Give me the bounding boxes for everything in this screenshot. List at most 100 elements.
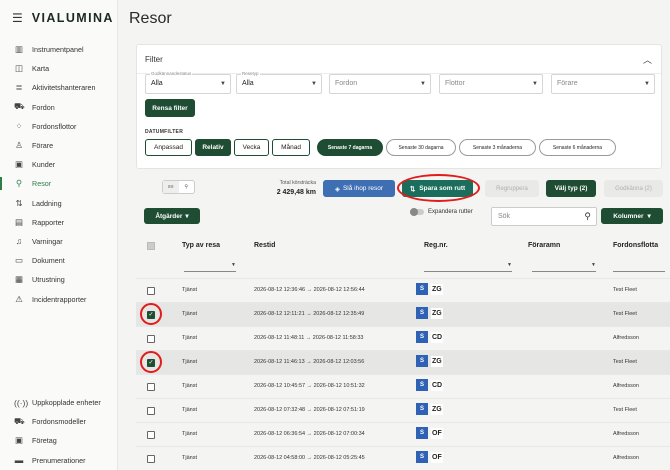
driver-select[interactable]: Förare ▼: [551, 74, 655, 94]
sidebar-item-företag[interactable]: ▣ Företag: [0, 431, 118, 450]
table-row[interactable]: Tjänst 2026-08-12 10:45:57 → 2026-08-12 1…: [136, 374, 670, 398]
page-title: Resor: [129, 10, 172, 27]
country-code: S: [416, 403, 428, 415]
trip-time-cell: 2026-08-12 10:45:57 → 2026-08-12 10:51:3…: [254, 383, 365, 389]
row-checkbox[interactable]: [147, 335, 155, 343]
col-trip-time[interactable]: Restid: [254, 242, 275, 249]
search-icon[interactable]: ⚲: [584, 211, 591, 222]
toggle-switch[interactable]: [410, 208, 424, 216]
plate-text: ZG: [431, 355, 443, 367]
range-3-months[interactable]: Senaste 3 månaderna: [459, 139, 536, 156]
row-checkbox[interactable]: [147, 455, 155, 463]
building-icon: ▣: [14, 435, 24, 446]
clear-filter-button[interactable]: Rensa filter: [145, 99, 195, 117]
trip-type-cell: Tjänst: [182, 431, 197, 437]
charging-icon: ⇅: [15, 197, 23, 208]
driver-filter-select[interactable]: ▼: [532, 262, 596, 272]
mode-week[interactable]: Vecka: [234, 139, 269, 156]
sidebar-item-laddning[interactable]: ⇅ Laddning: [0, 194, 118, 213]
country-code: S: [416, 451, 428, 463]
chevron-down-icon: ▼: [220, 81, 226, 87]
merge-trips-button[interactable]: ◈ Slå ihop resor: [323, 180, 395, 197]
row-checkbox[interactable]: [147, 407, 155, 415]
sidebar-item-uppkopplade-enheter[interactable]: ((·)) Uppkopplade enheter: [0, 393, 118, 412]
range-6-months[interactable]: Senaste 6 månaderna: [539, 139, 616, 156]
sidebar-item-aktivitetshanteraren[interactable]: ≣ Aktivitetshanteraren: [0, 78, 118, 97]
row-checkbox[interactable]: [147, 431, 155, 439]
search-input[interactable]: Sök ⚲: [491, 207, 597, 226]
actions-button[interactable]: Åtgärder ▾: [144, 208, 200, 224]
table-row[interactable]: Tjänst 2026-08-12 12:36:46 → 2026-08-12 1…: [136, 278, 670, 302]
sidebar-item-label: Fordonsflottor: [32, 121, 77, 131]
sidebar-item-karta[interactable]: ◫ Karta: [0, 59, 118, 78]
range-7-days[interactable]: Senaste 7 dagarna: [317, 139, 383, 156]
reg-plate: S CD: [416, 379, 444, 391]
sidebar-item-label: Karta: [32, 64, 50, 74]
mode-month[interactable]: Månad: [272, 139, 310, 156]
sidebar-item-fordonsmodeller[interactable]: ⛟ Fordonsmodeller: [0, 412, 118, 431]
approval-status-select[interactable]: Godkännandestatus Alla ▼: [145, 71, 231, 94]
table-row[interactable]: Tjänst 2026-08-12 11:48:11 → 2026-08-12 1…: [136, 326, 670, 350]
sidebar-item-prenumerationer[interactable]: ▬ Prenumerationer: [0, 451, 118, 470]
chevron-up-icon[interactable]: ︿: [643, 53, 652, 66]
row-checkbox[interactable]: [147, 383, 155, 391]
caret-down-icon: ▾: [185, 213, 189, 220]
sidebar-item-label: Förare: [32, 141, 54, 151]
warning-icon: ⚠: [15, 293, 23, 304]
sidebar-item-kunder[interactable]: ▣ Kunder: [0, 155, 118, 174]
list-view-icon[interactable]: ≡≡: [163, 181, 179, 193]
sidebar-item-resor[interactable]: ⚲ Resor: [0, 174, 118, 193]
filter-panel: Filter ︿ Godkännandestatus Alla ▼ Resety…: [136, 44, 662, 169]
filter-view-icon[interactable]: ⚲: [179, 181, 195, 193]
chevron-down-icon: ▼: [420, 81, 426, 87]
trip-time-cell: 2026-08-12 12:36:46 → 2026-08-12 12:56:4…: [254, 287, 365, 293]
caret-down-icon: ▾: [647, 213, 651, 220]
expand-routes-toggle[interactable]: Expandera rutter: [410, 208, 473, 216]
table-row[interactable]: Tjänst 2026-08-12 06:36:54 → 2026-08-12 0…: [136, 422, 670, 446]
mode-custom[interactable]: Anpassad: [145, 139, 192, 156]
approve-button[interactable]: Godkänna (2): [604, 180, 663, 197]
regroup-button[interactable]: Regruppera: [485, 180, 539, 197]
table-row[interactable]: ✓ Tjänst 2026-08-12 12:11:21 → 2026-08-12 …: [136, 302, 670, 326]
range-30-days[interactable]: Senaste 30 dagarna: [386, 139, 456, 156]
table-row[interactable]: ✓ Tjänst 2026-08-12 11:46:13 → 2026-08-12 …: [136, 350, 670, 374]
col-fleet[interactable]: Fordonsflotta: [613, 242, 658, 249]
sidebar-item-förare[interactable]: ♙ Förare: [0, 136, 118, 155]
route-pin-icon: ⚲: [15, 178, 23, 189]
hamburger-icon[interactable]: ☰: [12, 11, 23, 25]
choose-type-button[interactable]: Välj typ (2): [546, 180, 596, 197]
row-checkbox[interactable]: [147, 287, 155, 295]
view-toggle[interactable]: ≡≡ ⚲: [162, 180, 195, 194]
sidebar-item-varningar[interactable]: ♫ Varningar: [0, 232, 118, 251]
vehicle-select[interactable]: Fordon ▼: [329, 74, 431, 94]
main-content: Resor Filter ︿ Godkännandestatus Alla ▼ …: [118, 0, 670, 470]
sidebar-item-fordon[interactable]: ⛟ Fordon: [0, 98, 118, 117]
col-trip-type[interactable]: Typ av resa: [182, 242, 220, 249]
sidebar-item-label: Varningar: [32, 236, 63, 246]
report-icon: ▤: [14, 216, 24, 227]
table-row[interactable]: Tjänst 2026-08-12 04:58:00 → 2026-08-12 0…: [136, 446, 670, 470]
select-all-checkbox[interactable]: [147, 242, 155, 250]
sidebar-nav: ▥ Instrumentpanel ◫ Karta ≣ Aktivitetshantera…: [0, 40, 118, 309]
mode-relative[interactable]: Relativ: [195, 139, 231, 156]
country-code: S: [416, 331, 428, 343]
type-filter-select[interactable]: ▼: [184, 262, 236, 272]
car-model-icon: ⛟: [14, 415, 25, 426]
col-driver-name[interactable]: Föraramn: [528, 242, 560, 249]
sidebar-item-rapporter[interactable]: ▤ Rapporter: [0, 213, 118, 232]
customer-icon: ▣: [14, 159, 24, 170]
sidebar-item-utrustning[interactable]: ▦ Utrustning: [0, 270, 118, 289]
sidebar-nav-bottom: ((·)) Uppkopplade enheter ⛟ Fordonsmodeller…: [0, 393, 118, 470]
sidebar-item-label: Kunder: [32, 160, 56, 170]
sidebar-item-instrumentpanel[interactable]: ▥ Instrumentpanel: [0, 40, 118, 59]
trip-type-select[interactable]: Resetyp Alla ▼: [236, 71, 322, 94]
col-reg-number[interactable]: Reg.nr.: [424, 242, 448, 249]
reg-filter-select[interactable]: ▼: [424, 262, 512, 272]
fleet-select[interactable]: Flottor ▼: [439, 74, 543, 94]
sidebar-item-dokument[interactable]: ▭ Dokument: [0, 251, 118, 270]
columns-button[interactable]: Kolumner ▾: [601, 208, 663, 224]
sidebar-item-fordonsflottor[interactable]: ⁘ Fordonsflottor: [0, 117, 118, 136]
table-row[interactable]: Tjänst 2026-08-12 07:32:48 → 2026-08-12 0…: [136, 398, 670, 422]
chevron-down-icon: ▼: [532, 81, 538, 87]
sidebar-item-incidentrapporter[interactable]: ⚠ Incidentrapporter: [0, 289, 118, 308]
